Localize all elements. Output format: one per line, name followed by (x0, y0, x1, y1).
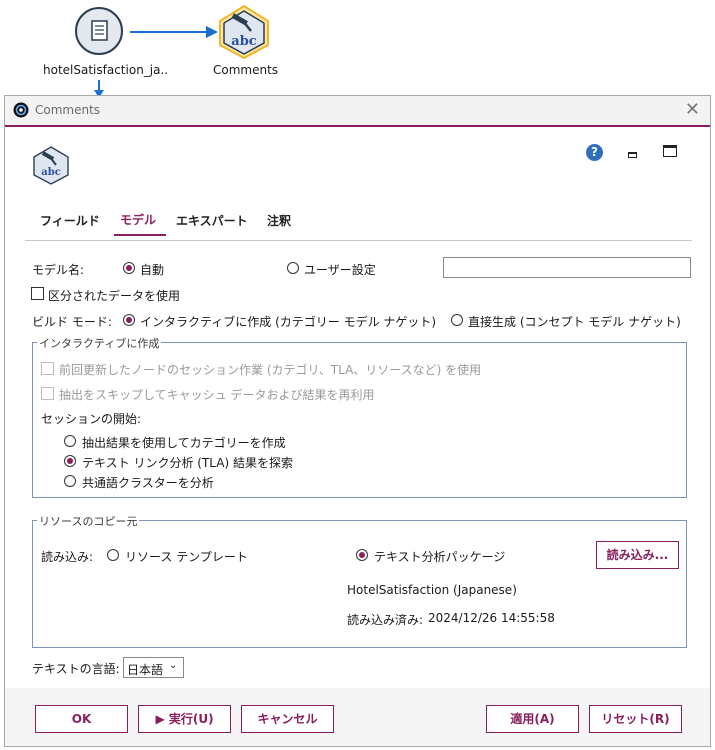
tab-model[interactable]: モデル (120, 211, 156, 228)
model-name-auto-radio[interactable] (123, 262, 135, 274)
session-clusters-radio[interactable] (64, 475, 76, 487)
maximize-icon[interactable] (663, 145, 677, 157)
build-mode-label: ビルド モード: (32, 315, 112, 329)
loaded-time: 2024/12/26 14:55:58 (428, 611, 555, 625)
language-value: 日本語 (127, 663, 164, 677)
connection-arrow (130, 26, 218, 38)
partition-label: 区分されたデータを使用 (48, 289, 181, 303)
loaded-label: 読み込み済み: (347, 613, 424, 627)
build-direct-radio[interactable] (451, 314, 463, 326)
text-package-radio[interactable] (356, 549, 368, 561)
ok-button[interactable]: OK (35, 705, 128, 733)
tab-divider (25, 240, 692, 241)
comments-node-icon[interactable]: abc (216, 4, 272, 60)
comments-dialog: Comments ✕ abc ? フィールド モデル エキスパート 注釈 モデル… (4, 95, 711, 747)
session-tla-label: テキスト リンク分析 (TLA) 結果を探索 (82, 456, 293, 470)
tab-annotations[interactable]: 注釈 (267, 212, 291, 229)
help-icon[interactable]: ? (586, 144, 603, 161)
run-button-label: 実行(U) (168, 712, 214, 726)
session-start-label: セッションの開始: (41, 412, 142, 426)
dialog-titlebar: Comments ✕ (5, 96, 710, 127)
session-categories-label: 抽出結果を使用してカテゴリーを作成 (82, 436, 286, 450)
reset-button[interactable]: リセット(R) (589, 705, 682, 733)
source-node-label: hotelSatisfaction_ja.. (43, 63, 169, 77)
interactive-group-title: インタラクティブに作成 (37, 335, 162, 351)
build-interactive-label: インタラクティブに作成 (カテゴリー モデル ナゲット) (140, 315, 437, 329)
model-name-custom-radio[interactable] (287, 262, 299, 274)
reuse-session-checkbox[interactable] (41, 362, 54, 375)
svg-text:abc: abc (41, 167, 61, 178)
build-direct-label: 直接生成 (コンセプト モデル ナゲット) (468, 315, 681, 329)
dialog-title: Comments (35, 103, 101, 117)
skip-extraction-label: 抽出をスキップしてキャッシュ データおよび結果を再利用 (59, 388, 375, 402)
active-tab-indicator (114, 234, 166, 236)
text-mining-icon: abc (219, 4, 269, 60)
apply-button[interactable]: 適用(A) (486, 705, 579, 733)
resource-template-label: リソース テンプレート (125, 550, 248, 564)
chevron-down-icon: ⌄ (169, 660, 178, 671)
app-logo-icon (13, 102, 29, 118)
session-categories-radio[interactable] (64, 435, 76, 447)
run-button[interactable]: ▶ 実行(U) (138, 705, 231, 733)
session-clusters-label: 共通語クラスターを分析 (82, 476, 214, 490)
text-package-label: テキスト分析パッケージ (374, 550, 506, 564)
tab-fields[interactable]: フィールド (40, 212, 100, 229)
resource-group-title: リソースのコピー元 (37, 513, 140, 529)
build-interactive-radio[interactable] (123, 314, 135, 326)
text-mining-icon: abc (33, 146, 69, 185)
source-node-icon[interactable] (75, 7, 123, 55)
resource-template-radio[interactable] (107, 549, 119, 561)
node-type-icon: abc (31, 145, 71, 185)
language-select[interactable]: 日本語 ⌄ (123, 657, 184, 678)
svg-text:abc: abc (231, 34, 257, 49)
tab-expert[interactable]: エキスパート (176, 212, 248, 229)
session-tla-radio[interactable] (64, 455, 76, 467)
load-button[interactable]: 読み込み... (596, 541, 679, 569)
cancel-button[interactable]: キャンセル (241, 705, 334, 733)
load-from-label: 読み込み: (41, 550, 94, 564)
play-icon: ▶ (155, 712, 169, 726)
partition-checkbox[interactable] (31, 287, 44, 300)
model-name-auto-label: 自動 (140, 263, 165, 277)
minimize-icon[interactable] (628, 152, 637, 158)
model-name-custom-label: ユーザー設定 (304, 263, 376, 277)
model-name-label: モデル名: (32, 263, 85, 277)
skip-extraction-checkbox[interactable] (41, 387, 54, 400)
language-label: テキストの言語: (32, 662, 120, 676)
package-name: HotelSatisfaction (Japanese) (347, 583, 517, 597)
close-icon[interactable]: ✕ (685, 99, 700, 120)
reuse-session-label: 前回更新したノードのセッション作業 (カテゴリ、TLA、リソースなど) を使用 (59, 363, 482, 377)
comments-node-label: Comments (213, 63, 279, 77)
model-name-input[interactable] (443, 257, 691, 278)
document-icon (91, 20, 108, 41)
